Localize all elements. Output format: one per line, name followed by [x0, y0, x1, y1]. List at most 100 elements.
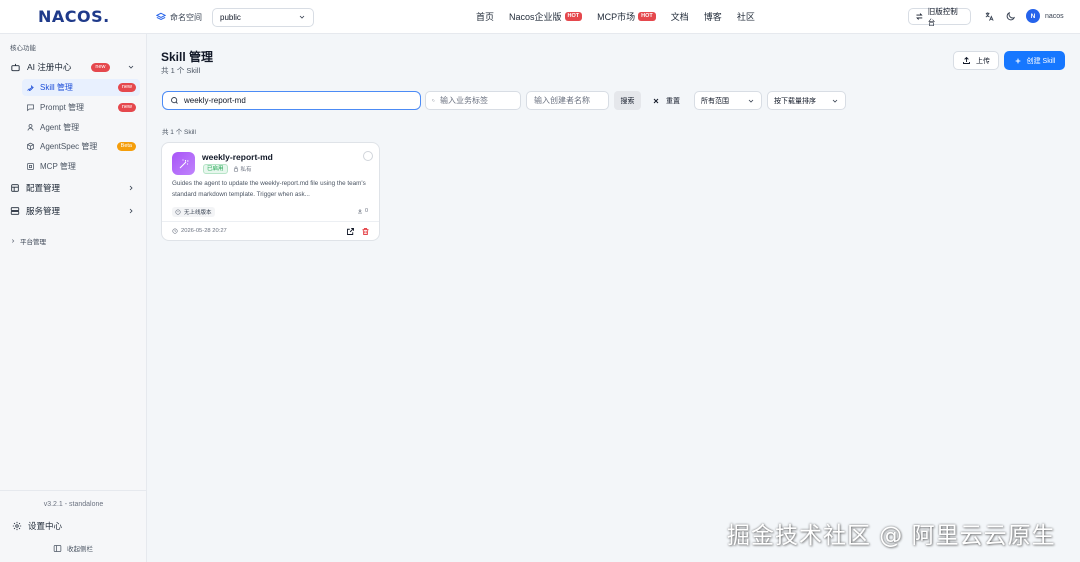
skill-card[interactable]: weekly-report-md 已启用 私有 Guides the agent… — [161, 142, 380, 241]
sidebar-item-ai-registry[interactable]: AI 注册中心 new — [10, 58, 138, 76]
sidebar-group-label: 核心功能 — [10, 45, 36, 52]
chevron-right-icon — [129, 208, 133, 214]
sidebar-item-config[interactable]: 配置管理 — [10, 179, 138, 197]
server-icon — [27, 163, 34, 170]
chevron-down-icon — [128, 65, 134, 69]
card-actions — [346, 227, 370, 236]
avatar: N — [1026, 9, 1040, 23]
reset-button[interactable]: 重置 — [652, 91, 680, 110]
sidebar-collapse-icon — [53, 544, 62, 552]
plus-icon — [1015, 58, 1020, 63]
upload-button[interactable]: 上传 — [953, 51, 999, 70]
info-circle-icon — [175, 209, 181, 215]
message-icon — [27, 104, 34, 112]
gear-icon — [12, 521, 22, 531]
settings-center-button[interactable]: 设置中心 — [12, 520, 62, 532]
version-tag: 无上线版本 — [172, 207, 215, 217]
top-nav: 首页 Nacos企业版 HOT MCP市场 HOT 文档 博客 社区 — [476, 10, 755, 23]
result-count: 共 1 个 Skill — [162, 129, 196, 136]
page-title: Skill 管理 — [161, 50, 214, 64]
skill-search-input[interactable] — [184, 96, 404, 105]
nav-community[interactable]: 社区 — [737, 10, 755, 23]
nav-mcp-market[interactable]: MCP市场 HOT — [597, 10, 656, 23]
moon-icon[interactable] — [1005, 11, 1016, 22]
sort-select[interactable]: 按下载量排序 — [767, 91, 846, 110]
skill-card-title[interactable]: weekly-report-md — [202, 152, 273, 162]
namespace-select[interactable]: public — [212, 7, 314, 27]
download-count: 0 — [357, 208, 368, 214]
search-button[interactable]: 搜索 — [614, 91, 641, 110]
creator-filter-input[interactable] — [534, 96, 608, 105]
user-menu[interactable]: N nacos — [1026, 9, 1064, 23]
skill-search-field[interactable] — [162, 91, 421, 110]
magic-wand-icon — [179, 158, 188, 168]
config-icon — [11, 184, 19, 192]
sidebar-item-platform[interactable]: 平台管理 — [10, 236, 46, 246]
create-skill-button[interactable]: 创建 Skill — [1004, 51, 1065, 70]
namespace-label: 命名空间 — [170, 12, 202, 22]
sidebar-footer: v3.2.1 - standalone 设置中心 收起侧栏 — [0, 490, 147, 562]
sidebar-item-skill[interactable]: Skill 管理 new — [22, 79, 140, 96]
chevron-down-icon — [832, 99, 838, 103]
skill-card-status-row: 已启用 私有 — [203, 164, 252, 174]
top-bar: NACOS. 命名空间 public 首页 Nacos企业版 HOT MCP市场 H… — [0, 0, 1080, 34]
trash-icon[interactable] — [361, 227, 370, 236]
robot-icon — [11, 63, 20, 71]
new-badge: new — [117, 83, 136, 92]
new-badge: new — [91, 62, 110, 72]
version-text: v3.2.1 - standalone — [43, 501, 104, 508]
sidebar-item-agentspec[interactable]: AgentSpec 管理 Beta — [22, 138, 140, 155]
watermark: 掘金技术社区 @ 阿里云云原生 — [727, 523, 1056, 549]
chevron-right-icon — [129, 185, 133, 191]
sidebar-item-prompt[interactable]: Prompt 管理 new — [22, 99, 140, 116]
agent-icon — [27, 124, 34, 131]
lock-icon — [233, 166, 238, 172]
creator-filter-field[interactable] — [526, 91, 609, 110]
card-divider — [162, 221, 379, 222]
sidebar-item-agent[interactable]: Agent 管理 — [22, 119, 140, 136]
nav-blog[interactable]: 博客 — [704, 10, 722, 23]
translate-icon[interactable] — [984, 11, 995, 22]
nacos-logo[interactable]: NACOS. — [38, 7, 110, 26]
visibility-label: 私有 — [233, 165, 252, 173]
scope-select[interactable]: 所有范围 — [694, 91, 762, 110]
chevron-down-icon — [748, 99, 754, 103]
nav-docs[interactable]: 文档 — [671, 10, 689, 23]
chevron-right-icon — [11, 239, 15, 243]
sidebar: 核心功能 AI 注册中心 new Skill 管理 new Prompt 管理 … — [0, 34, 147, 562]
hot-badge: HOT — [564, 12, 583, 21]
clock-icon — [172, 228, 178, 234]
namespace-value: public — [220, 12, 241, 22]
skill-card-description: Guides the agent to update the weekly-re… — [172, 180, 366, 198]
chevron-down-icon — [299, 15, 305, 19]
close-icon — [653, 98, 659, 103]
sidebar-item-service[interactable]: 服务管理 — [10, 202, 138, 220]
collapse-sidebar-button[interactable]: 收起侧栏 — [53, 543, 93, 553]
page-subtitle: 共 1 个 Skill — [161, 66, 201, 75]
tag-icon — [432, 99, 435, 102]
skill-card-date: 2026-05-28 20:27 — [172, 228, 227, 234]
hot-badge: HOT — [638, 12, 656, 21]
new-badge: new — [117, 103, 136, 112]
select-checkbox[interactable] — [363, 151, 373, 161]
skill-icon — [172, 152, 195, 175]
swap-icon — [916, 13, 923, 20]
external-link-icon[interactable] — [346, 227, 355, 236]
service-icon — [10, 207, 20, 215]
layers-icon — [156, 12, 166, 21]
user-name: nacos — [1045, 12, 1064, 20]
wrench-icon — [27, 85, 34, 92]
download-icon — [357, 209, 362, 214]
sidebar-item-mcp[interactable]: MCP 管理 — [22, 158, 140, 175]
old-console-button[interactable]: 旧版控制台 — [908, 7, 971, 27]
search-icon — [171, 97, 178, 104]
namespace-selector: 命名空间 public — [156, 7, 314, 27]
status-badge: 已启用 — [203, 164, 228, 174]
nav-home[interactable]: 首页 — [476, 10, 494, 23]
tag-filter-input[interactable] — [440, 96, 514, 105]
cube-icon — [27, 142, 34, 151]
tag-filter-field[interactable] — [425, 91, 521, 110]
nav-enterprise[interactable]: Nacos企业版 HOT — [509, 10, 583, 23]
beta-badge: Beta — [116, 142, 136, 151]
upload-icon — [963, 56, 970, 64]
